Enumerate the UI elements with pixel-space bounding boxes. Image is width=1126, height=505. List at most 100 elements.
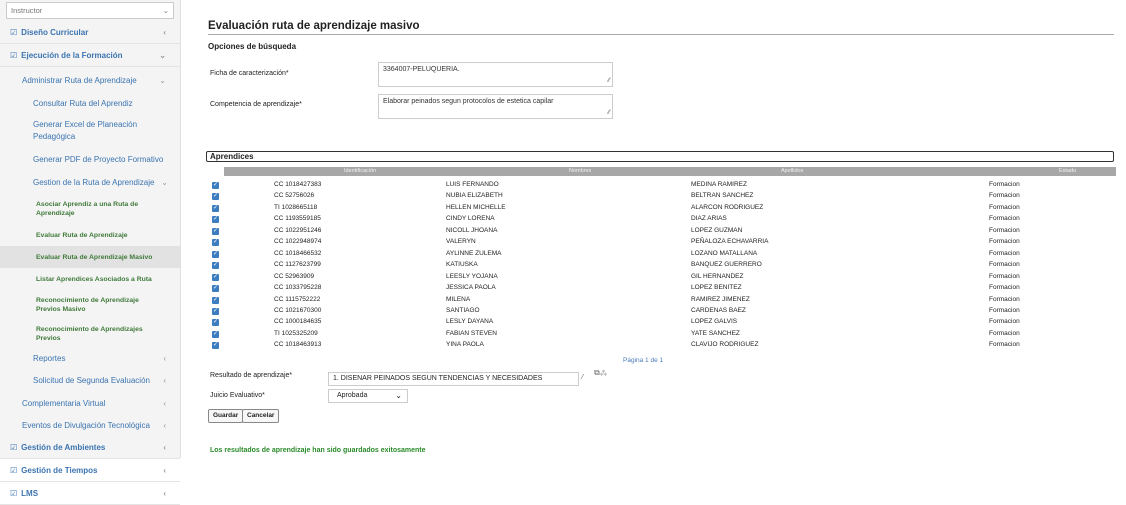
- sidebar-item-label: Eventos de Divulgación Tecnológica: [22, 420, 150, 430]
- juicio-value: Aprobada: [337, 392, 368, 399]
- juicio-select[interactable]: Aprobada ⌄: [328, 389, 408, 403]
- chevron-left-icon: ‹: [163, 420, 166, 430]
- table-row: ✓ CC 1115752222 MILENA RAMIREZ JIMENEZ Forma…: [210, 294, 1115, 306]
- cell-apellidos: CLAVIJO RODRIGUEZ: [691, 341, 759, 349]
- sidebar-item-evaluar-ruta[interactable]: Evaluar Ruta de Aprendizaje: [0, 224, 180, 246]
- cell-identificacion: TI 1028665118: [274, 203, 318, 211]
- cell-estado: Formacion: [989, 272, 1020, 280]
- ficha-field[interactable]: 3364007-PELUQUERIA. ⁄⁄: [378, 62, 613, 87]
- cell-apellidos: MEDINA RAMIREZ: [691, 181, 747, 188]
- competencia-field[interactable]: Elaborar peinados segun protocolos de es…: [378, 94, 613, 119]
- popup-select-icon[interactable]: ⧉⁂: [594, 368, 607, 378]
- cell-identificacion: CC 1033795228: [274, 284, 322, 292]
- table-row: ✓ CC 1033795228 JESSICA PAOLA LOPEZ BENITEZ…: [210, 282, 1115, 294]
- row-checkbox[interactable]: ✓: [212, 182, 219, 189]
- ficha-label: Ficha de caracterización*: [210, 70, 289, 77]
- sidebar-item-reconocimiento-masivo[interactable]: Reconocimiento de Aprendizaje Previos Ma…: [0, 290, 180, 320]
- cell-nombres: MILENA: [446, 295, 471, 303]
- table-row: ✓ TI 1025325209 FABIAN STEVEN YATE SANCHEZ F…: [210, 328, 1115, 340]
- sidebar-item-label: Generar PDF de Proyecto Formativo: [33, 154, 164, 164]
- cell-identificacion: CC 1193559185: [274, 215, 321, 223]
- row-checkbox[interactable]: ✓: [212, 285, 219, 293]
- cell-identificacion: CC 1021670300: [274, 306, 322, 314]
- row-checkbox[interactable]: ✓: [212, 342, 219, 350]
- sidebar-item-label: Listar Aprendices Asociados a Ruta: [36, 275, 152, 283]
- sidebar-item-gestion-tiempos[interactable]: ☑ Gestión de Tiempos ‹: [0, 459, 180, 482]
- role-select-value: Instructor: [11, 6, 43, 15]
- sidebar-item-complementaria-virtual[interactable]: Complementaria Virtual ‹: [0, 392, 180, 414]
- chevron-down-icon: ⌄: [159, 75, 166, 85]
- role-select[interactable]: Instructor ⌄: [6, 2, 174, 19]
- column-header-identificacion[interactable]: Identificación: [344, 167, 376, 176]
- edit-icon: ☑: [10, 50, 18, 60]
- chevron-left-icon: ‹: [163, 488, 166, 498]
- resize-handle-icon[interactable]: ⁄: [582, 374, 583, 381]
- cell-identificacion: TI 1025325209: [274, 329, 318, 337]
- cell-nombres: AYLINNE ZULEMA: [446, 249, 502, 257]
- chevron-down-icon: ⌄: [161, 178, 168, 187]
- cell-estado: Formacion: [989, 306, 1020, 314]
- cell-identificacion: CC 1018427383: [274, 181, 322, 188]
- cell-estado: Formacion: [989, 192, 1020, 200]
- cell-nombres: FABIAN STEVEN: [446, 329, 497, 337]
- edit-icon: ☑: [10, 442, 18, 452]
- row-checkbox[interactable]: ✓: [212, 227, 219, 235]
- sidebar-item-label: Consultar Ruta del Aprendiz: [33, 99, 133, 108]
- resize-handle-icon[interactable]: ⁄⁄: [608, 77, 610, 85]
- sidebar-item-administrar-ruta[interactable]: Administrar Ruta de Aprendizaje ⌄: [0, 67, 180, 93]
- sidebar-item-label: Administrar Ruta de Aprendizaje: [22, 75, 137, 85]
- row-checkbox[interactable]: ✓: [212, 250, 219, 258]
- save-button[interactable]: Guardar: [208, 409, 244, 423]
- row-checkbox[interactable]: ✓: [212, 296, 219, 304]
- resultado-field[interactable]: 1. DISENAR PEINADOS SEGUN TENDENCIAS Y N…: [328, 372, 579, 386]
- cancel-button[interactable]: Cancelar: [242, 409, 280, 423]
- sidebar-item-label: Evaluar Ruta de Aprendizaje Masivo: [36, 253, 153, 261]
- row-checkbox[interactable]: ✓: [212, 307, 219, 315]
- cell-apellidos: YATE SANCHEZ: [691, 329, 740, 337]
- table-row: ✓ CC 1018466532 AYLINNE ZULEMA LOZANO MATAL…: [210, 248, 1115, 260]
- row-checkbox[interactable]: ✓: [212, 239, 219, 247]
- column-header-apellidos[interactable]: Apellidos: [781, 167, 803, 176]
- sidebar-item-asociar-aprendiz[interactable]: Asociar Aprendiz a una Ruta de Aprendiza…: [0, 194, 180, 224]
- row-checkbox[interactable]: ✓: [212, 262, 219, 270]
- row-checkbox[interactable]: ✓: [212, 273, 219, 281]
- sidebar-item-diseno-curricular[interactable]: ☑ Diseño Curricular ‹: [0, 21, 180, 44]
- table-row: ✓ CC 1127623799 KATIUSKA BANQUEZ GUERRERO Fo…: [210, 259, 1115, 271]
- sidebar-item-evaluar-ruta-masivo[interactable]: Evaluar Ruta de Aprendizaje Masivo: [0, 246, 180, 268]
- sidebar-item-consultar-ruta[interactable]: Consultar Ruta del Aprendiz: [0, 93, 180, 115]
- sidebar-item-label: Solicitud de Segunda Evaluación: [33, 376, 150, 385]
- sidebar-item-reconocimiento-previos[interactable]: Reconocimiento de Aprendizajes Previos: [0, 320, 180, 348]
- edit-icon: ☑: [10, 488, 18, 498]
- column-header-nombres[interactable]: Nombres: [569, 167, 591, 176]
- sidebar-item-label: Gestión de Ambientes: [21, 442, 106, 452]
- sidebar-item-lms[interactable]: ☑ LMS ‹: [0, 482, 180, 505]
- column-header-estado[interactable]: Estado: [1059, 167, 1076, 176]
- row-checkbox[interactable]: ✓: [212, 193, 219, 201]
- sidebar-item-label: Reconocimiento de Aprendizaje Previos Ma…: [36, 297, 139, 313]
- sidebar-item-gestion-ruta[interactable]: Gestion de la Ruta de Aprendizaje ⌄: [0, 172, 180, 194]
- main-content: Evaluación ruta de aprendizaje masivo Op…: [200, 0, 1120, 458]
- sidebar-item-segunda-evaluacion[interactable]: Solicitud de Segunda Evaluación ‹: [0, 370, 180, 392]
- row-checkbox[interactable]: ✓: [212, 216, 219, 224]
- sidebar-item-gestion-ambientes[interactable]: ☑ Gestión de Ambientes ‹: [0, 436, 180, 459]
- cell-nombres: NUBIA ELIZABETH: [446, 192, 503, 200]
- sidebar-item-reportes[interactable]: Reportes ‹: [0, 348, 180, 370]
- sidebar-item-label: Generar Excel de Planeación Pedagógica: [33, 120, 138, 141]
- sidebar-item-listar-aprendices[interactable]: Listar Aprendices Asociados a Ruta: [0, 268, 180, 290]
- sidebar-item-label: Asociar Aprendiz a una Ruta de Aprendiza…: [36, 201, 139, 217]
- sidebar-item-eventos-divulgacion[interactable]: Eventos de Divulgación Tecnológica ‹: [0, 414, 180, 436]
- resize-handle-icon[interactable]: ⁄⁄: [608, 109, 610, 117]
- table-row: ✓ CC 1000184635 LESLY DAYANA LOPEZ GALVIS Fo…: [210, 316, 1115, 328]
- sidebar-item-generar-excel[interactable]: Generar Excel de Planeación Pedagógica: [0, 115, 180, 147]
- sidebar-item-label: Ejecución de la Formación: [21, 50, 123, 60]
- sidebar-item-label: Gestión de Tiempos: [21, 465, 98, 475]
- row-checkbox[interactable]: ✓: [212, 319, 219, 327]
- sidebar-item-generar-pdf[interactable]: Generar PDF de Proyecto Formativo: [0, 147, 180, 172]
- row-checkbox[interactable]: ✓: [212, 330, 219, 338]
- competencia-value: Elaborar peinados segun protocolos de es…: [383, 98, 554, 105]
- row-checkbox[interactable]: ✓: [212, 204, 219, 212]
- cell-nombres: YINA PAOLA: [446, 341, 484, 349]
- cell-estado: Formacion: [989, 226, 1020, 234]
- table-row: ✓ CC 1018427383 LUIS FERNANDO MEDINA RAMIRE…: [210, 179, 1115, 191]
- sidebar-item-ejecucion-formacion[interactable]: ☑ Ejecución de la Formación ⌄: [0, 44, 180, 67]
